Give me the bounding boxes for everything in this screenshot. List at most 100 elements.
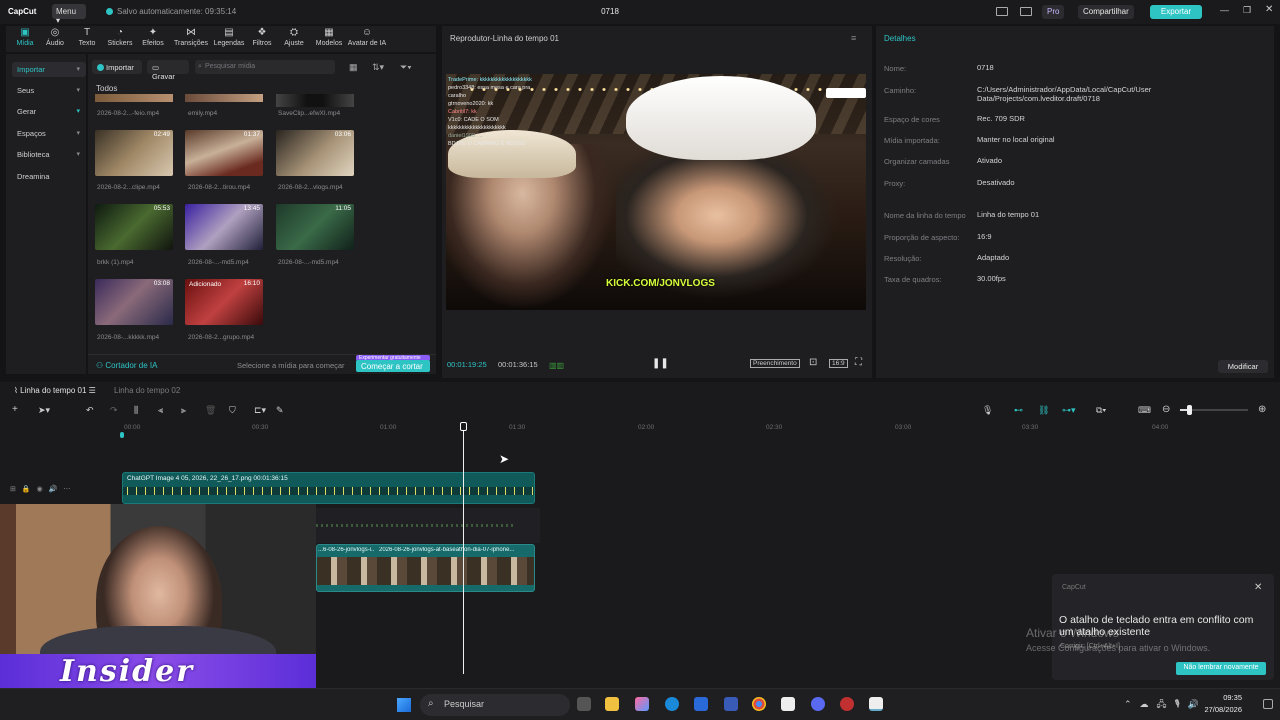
menu-button[interactable]: Menu ▾ (52, 4, 86, 25)
zoom-in-icon[interactable]: ⊕ (1258, 404, 1266, 415)
zoom-slider-handle[interactable] (1187, 405, 1192, 415)
redo-icon[interactable]: ↷ (110, 405, 118, 416)
sidebar-item-label: Seus (17, 86, 35, 95)
tab-timeline-02[interactable]: Linha do tempo 02 (114, 386, 180, 395)
tab-templates[interactable]: ▦ Modelos (309, 26, 349, 52)
monitor-icon[interactable] (1020, 7, 1032, 16)
sort-icon[interactable]: ⇅▾ (372, 62, 384, 73)
taskbar-search-box[interactable]: ⌕ Pesquisar (420, 694, 570, 716)
sidebar-item-dreamina[interactable]: Dreamina (12, 169, 86, 184)
ruler-label: 03:00 (895, 424, 912, 431)
filter-icon[interactable]: ⏷▾ (400, 62, 412, 73)
timeline-clip-video[interactable]: ...6-08-26-jonvlogs-i... 2026-08-26-jonv… (316, 544, 535, 592)
magnet-icon[interactable]: ⊷ (1014, 405, 1023, 416)
media-thumb[interactable] (276, 94, 354, 107)
copilot-icon[interactable] (635, 697, 649, 711)
media-thumb[interactable]: 01:37 (185, 130, 263, 176)
timeline-ruler[interactable]: 00:00 00:30 01:00 01:30 02:00 02:30 03:0… (0, 420, 1280, 434)
dont-remind-button[interactable]: Não lembrar novamente (1176, 662, 1266, 675)
detail-label: Mídia importada: (884, 136, 940, 145)
crop-clip-icon[interactable]: ⊏▾ (254, 405, 266, 416)
obs-icon[interactable] (840, 697, 854, 711)
sidebar-item-import[interactable]: Importar ▾ (12, 62, 86, 77)
zoom-out-icon[interactable]: ⊖ (1162, 404, 1170, 415)
add-icon[interactable]: + (12, 404, 18, 415)
media-thumb[interactable]: 02:49 (95, 130, 173, 176)
tab-ai-avatar[interactable]: ☺ Avatar de IA (344, 26, 390, 52)
store-icon[interactable] (694, 697, 708, 711)
pro-button[interactable]: Pro (1042, 5, 1065, 19)
fill-mode-button[interactable]: Preenchimento (750, 359, 800, 368)
start-cutting-button[interactable]: Começar a cortar (356, 360, 430, 372)
aspect-ratio-button[interactable]: 16:9 (829, 359, 848, 368)
tab-transitions[interactable]: ⋈ Transições (170, 26, 212, 52)
media-thumb[interactable] (185, 94, 263, 102)
outlook-icon[interactable] (724, 697, 738, 711)
preview-axis-icon[interactable]: ⧉▾ (1096, 405, 1106, 416)
discord-icon[interactable] (811, 697, 825, 711)
sidebar-item-spaces[interactable]: Espaços ▾ (12, 126, 86, 141)
close-icon[interactable]: ✕ (1265, 4, 1273, 15)
snap-icon[interactable]: ⊶▾ (1062, 405, 1076, 416)
sidebar-item-yours[interactable]: Seus ▾ (12, 83, 86, 98)
share-button[interactable]: Compartilhar (1078, 5, 1134, 19)
layout-icon[interactable] (996, 7, 1008, 16)
media-thumb[interactable]: 13:45 (185, 204, 263, 250)
media-search-input[interactable]: ⌕ Pesquisar mídia (195, 60, 335, 74)
crop-icon[interactable]: ⊡ (809, 357, 817, 368)
sidebar-item-generate[interactable]: Gerar ▾ (12, 104, 86, 119)
system-tray-icons[interactable]: ⌃☁🖧🎙🔊 (1124, 697, 1207, 713)
split-right-icon[interactable]: ⫸ (181, 405, 186, 416)
track-controls[interactable]: ⊞🔒◉🔊⋯ (10, 485, 76, 493)
grid-view-icon[interactable]: ▦ (349, 62, 358, 73)
select-tool-icon[interactable]: ➤▾ (38, 405, 50, 416)
tab-timeline-01[interactable]: ⌇ Linha do tempo 01 ☰ (14, 386, 96, 395)
clip-thumbnail-strip (123, 487, 534, 495)
pen-icon[interactable]: ✎ (276, 405, 284, 416)
panel-menu-icon[interactable]: ≡ (851, 33, 856, 43)
notification-icon[interactable] (1263, 699, 1273, 709)
fullscreen-icon[interactable]: ⛶ (855, 357, 862, 368)
close-icon[interactable]: ✕ (1254, 582, 1262, 593)
edge-icon[interactable] (665, 697, 679, 711)
media-thumb[interactable]: 03:08 (95, 279, 173, 325)
delete-icon[interactable]: 🗑 (205, 405, 216, 416)
shield-icon[interactable]: ⛉ (229, 405, 236, 416)
chrome-icon[interactable] (752, 697, 766, 711)
video-preview[interactable]: TradePrime: kkkkkkkkkkkkkkkkkkk pedro334… (446, 74, 866, 310)
media-thumb[interactable]: 03:06 (276, 130, 354, 176)
waveform-icon[interactable]: ▥▥ (549, 361, 564, 370)
playhead[interactable] (463, 426, 464, 674)
media-thumb[interactable]: 05:53 (95, 204, 173, 250)
tab-effects[interactable]: ✦ Efeitos (134, 26, 172, 52)
ai-cutter-link[interactable]: ⚇ Cortador de IA (96, 361, 157, 370)
record-button[interactable]: ▭ Gravar (147, 60, 189, 81)
link-icon[interactable]: ⛓ (1038, 405, 1049, 416)
media-thumb[interactable]: 16:10 Adicionado (185, 279, 263, 325)
caption-icon[interactable]: ⌨ (1138, 405, 1151, 416)
split-left-icon[interactable]: ⫷ (158, 405, 163, 416)
media-duration: 16:10 (243, 280, 260, 287)
media-thumb[interactable] (95, 94, 173, 102)
media-thumb[interactable]: 11:05 (276, 204, 354, 250)
modify-button[interactable]: Modificar (1218, 360, 1268, 373)
file-explorer-icon[interactable] (605, 697, 619, 711)
capcut-taskbar-icon[interactable] (781, 697, 795, 711)
undo-icon[interactable]: ↶ (86, 405, 94, 416)
pause-icon[interactable]: ❚❚ (652, 358, 669, 369)
task-view-icon[interactable] (577, 697, 591, 711)
tab-label: Áudio (46, 40, 64, 47)
maximize-icon[interactable]: ❐ (1243, 5, 1251, 16)
capcut-active-icon[interactable] (869, 697, 883, 711)
windows-start-icon[interactable] (397, 698, 411, 712)
sidebar-item-library[interactable]: Biblioteca ▾ (12, 147, 86, 162)
export-button[interactable]: Exportar (1150, 5, 1202, 19)
timeline-clip-image[interactable]: ChatGPT Image 4 05, 2026, 22_26_17.png 0… (122, 472, 535, 504)
tab-adjust[interactable]: ⛭ Ajuste (275, 26, 313, 52)
playhead-handle[interactable] (460, 422, 467, 431)
split-icon[interactable]: ⫼ (134, 405, 138, 416)
import-button[interactable]: Importar (92, 60, 142, 74)
minimize-icon[interactable]: — (1220, 5, 1229, 15)
microphone-icon[interactable]: 🎙 (982, 405, 993, 416)
video-kick-caption: KICK.COM/JONVLOGS (606, 278, 715, 289)
